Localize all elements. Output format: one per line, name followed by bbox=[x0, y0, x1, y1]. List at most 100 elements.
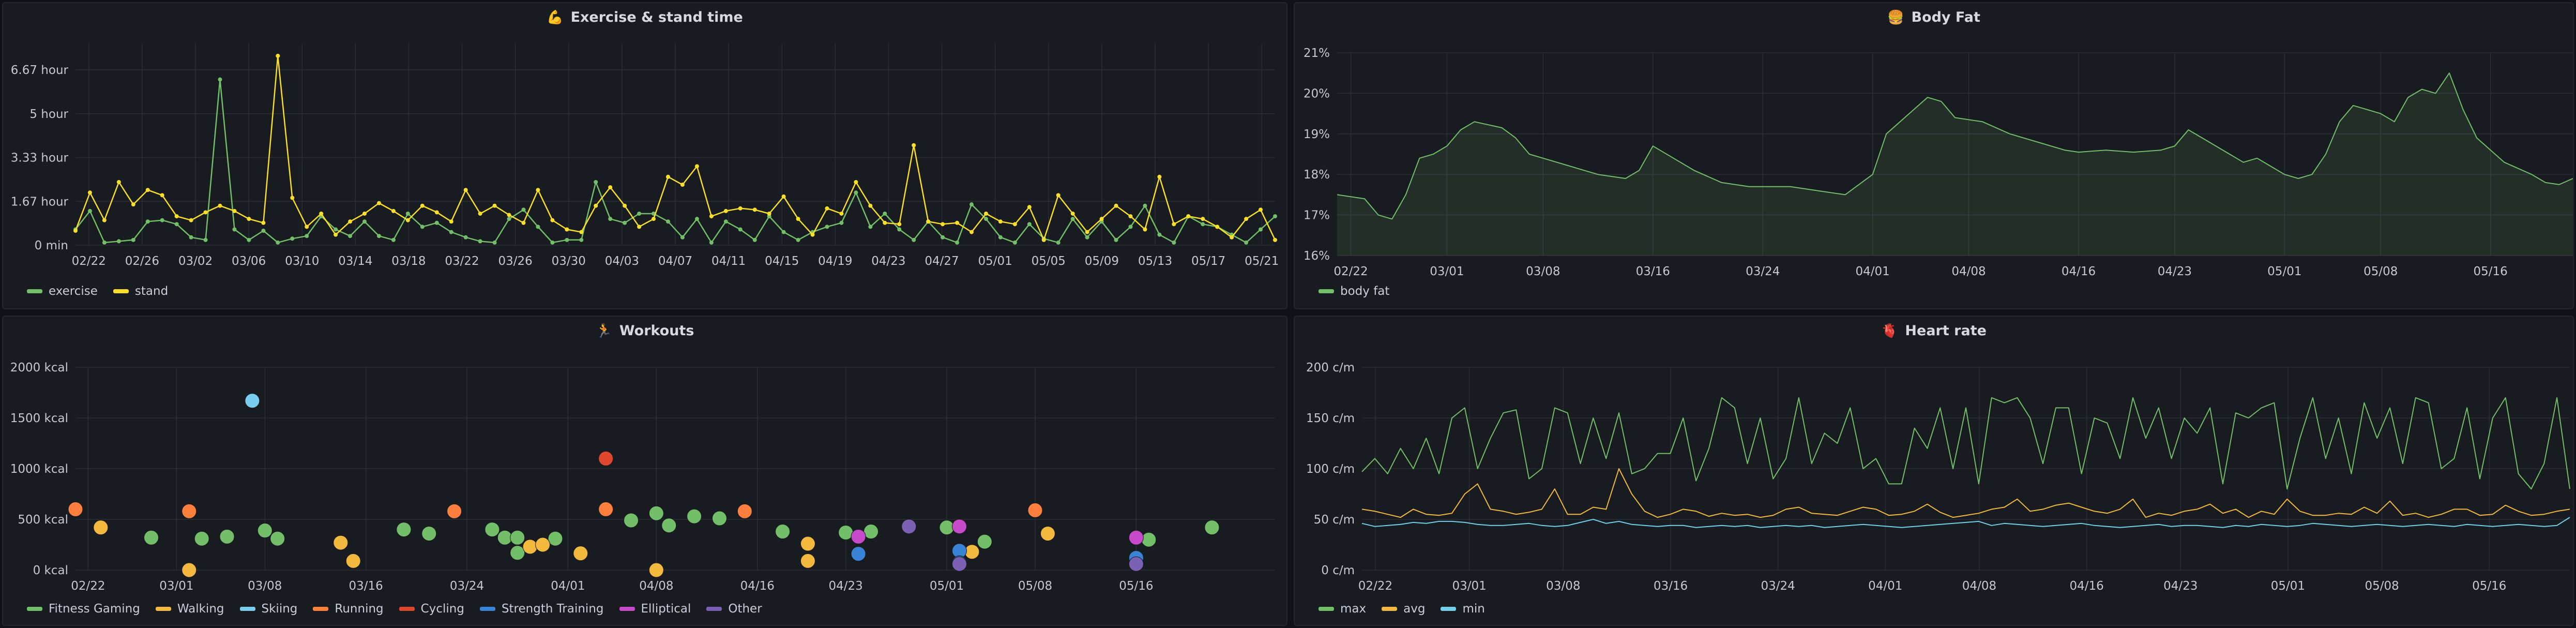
legend-item[interactable]: Skiing bbox=[239, 602, 297, 616]
panel-exercise[interactable]: 💪 Exercise & stand time 0 min 1.67 hour 3.3… bbox=[2, 2, 1287, 309]
series-point bbox=[87, 208, 92, 213]
legend-swatch bbox=[1319, 607, 1334, 611]
bodyfat-chart[interactable]: 16% 17% 18% 19% 20% 21% 02/22 03/01 03/08 03/16 03… bbox=[1295, 3, 2574, 309]
x-tick-label: 03/22 bbox=[445, 255, 479, 268]
workout-point bbox=[851, 529, 866, 544]
y-tick-label: 50 c/m bbox=[1314, 513, 1355, 527]
series-point bbox=[1143, 203, 1147, 208]
series-point bbox=[319, 211, 324, 216]
series-point bbox=[1070, 217, 1075, 221]
legend-swatch bbox=[313, 607, 329, 611]
x-tick-label: 05/17 bbox=[1191, 255, 1225, 268]
series-point bbox=[752, 207, 757, 212]
workout-point bbox=[573, 546, 588, 561]
workout-point bbox=[661, 518, 677, 533]
legend-item[interactable]: body fat bbox=[1319, 285, 1389, 298]
workout-point bbox=[421, 526, 437, 541]
series-point bbox=[1070, 211, 1075, 216]
series-point bbox=[781, 194, 786, 199]
series-point bbox=[507, 217, 511, 221]
workout-point bbox=[939, 520, 954, 535]
y-tick-label: 0 c/m bbox=[1321, 564, 1355, 577]
legend-label: Elliptical bbox=[641, 602, 691, 616]
x-tick-label: 03/06 bbox=[232, 255, 266, 268]
series-point bbox=[694, 217, 699, 221]
y-tick-label: 16% bbox=[1304, 249, 1330, 263]
series-point bbox=[1259, 207, 1263, 212]
x-tick-label: 04/08 bbox=[639, 579, 673, 593]
workout-point bbox=[68, 501, 83, 517]
series-point bbox=[145, 219, 150, 224]
legend-item[interactable]: Other bbox=[706, 602, 762, 616]
workout-point bbox=[1128, 556, 1144, 572]
series-point bbox=[897, 222, 902, 227]
workout-point bbox=[257, 523, 272, 539]
y-tick-label: 1000 kcal bbox=[10, 462, 68, 476]
series-point bbox=[969, 230, 974, 234]
series-point bbox=[623, 220, 627, 225]
series-point bbox=[738, 206, 743, 211]
series-point bbox=[536, 188, 540, 192]
x-tick-label: 03/10 bbox=[285, 255, 319, 268]
series-point bbox=[87, 190, 92, 195]
legend-item[interactable]: avg bbox=[1382, 602, 1425, 616]
workout-point bbox=[1027, 502, 1043, 518]
panel-workouts[interactable]: 🏃 Workouts 0 kcal 500 kcal 1000 kcal 1500 kc… bbox=[2, 316, 1287, 626]
series-point bbox=[218, 77, 222, 82]
legend-item[interactable]: exercise bbox=[27, 285, 98, 298]
workout-point bbox=[484, 522, 500, 537]
series-point bbox=[391, 237, 396, 242]
series-point bbox=[247, 237, 251, 242]
y-tick-label: 2000 kcal bbox=[10, 361, 68, 375]
series-point bbox=[941, 222, 945, 227]
series-point bbox=[897, 227, 902, 232]
legend-item[interactable]: Walking bbox=[155, 602, 224, 616]
series-point bbox=[376, 234, 381, 238]
panel-heart[interactable]: 🫀 Heart rate 0 c/m 50 c/m 100 c/m 150 c/m 200… bbox=[1294, 316, 2574, 626]
workout-point bbox=[181, 503, 197, 519]
series-point bbox=[174, 214, 179, 219]
series-point bbox=[1085, 235, 1089, 240]
series-point bbox=[1157, 232, 1162, 237]
x-tick-label: 05/16 bbox=[2472, 579, 2506, 593]
x-tick-label: 02/26 bbox=[125, 255, 159, 268]
workout-point bbox=[1128, 530, 1144, 545]
x-tick-label: 05/01 bbox=[2271, 579, 2305, 593]
legend-item[interactable]: Strength Training bbox=[479, 602, 604, 616]
series-point bbox=[1027, 205, 1032, 210]
series-line bbox=[1361, 397, 2570, 490]
series-point bbox=[983, 217, 988, 221]
series-point bbox=[550, 240, 555, 245]
legend-item[interactable]: min bbox=[1441, 602, 1485, 616]
legend-item[interactable]: stand bbox=[113, 285, 168, 298]
series-point bbox=[651, 217, 656, 221]
legend-swatch bbox=[113, 289, 129, 293]
series-point bbox=[666, 219, 671, 224]
series-point bbox=[145, 188, 150, 192]
legend-label: exercise bbox=[49, 285, 98, 298]
series-point bbox=[883, 211, 887, 216]
x-tick-label: 04/23 bbox=[2163, 579, 2198, 593]
y-tick-label: 21% bbox=[1304, 47, 1330, 60]
workouts-chart[interactable]: 0 kcal 500 kcal 1000 kcal 1500 kcal 2000 kca… bbox=[3, 317, 1287, 626]
heart-chart[interactable]: 0 c/m 50 c/m 100 c/m 150 c/m 200 c/m 02/22 03/… bbox=[1295, 317, 2574, 626]
workout-point bbox=[333, 535, 348, 550]
series-point bbox=[1186, 214, 1191, 219]
workout-point bbox=[194, 531, 209, 546]
workout-point bbox=[851, 546, 866, 562]
panel-bodyfat[interactable]: 🍔 Body Fat 16% 17% 18% 19% 20% 21% 02/22 03/01 03… bbox=[1294, 2, 2574, 309]
x-tick-label: 04/01 bbox=[1856, 265, 1890, 278]
legend-item[interactable]: max bbox=[1319, 602, 1366, 616]
series-point bbox=[1041, 237, 1046, 242]
legend-item[interactable]: Elliptical bbox=[619, 602, 691, 616]
x-tick-label: 04/23 bbox=[829, 579, 863, 593]
legend-item[interactable]: Cycling bbox=[399, 602, 464, 616]
x-tick-label: 05/09 bbox=[1085, 255, 1119, 268]
legend-item[interactable]: Running bbox=[313, 602, 384, 616]
workout-point bbox=[964, 544, 980, 560]
series-point bbox=[434, 220, 439, 225]
legend-item[interactable]: Fitness Gaming bbox=[27, 602, 140, 616]
x-tick-label: 03/14 bbox=[338, 255, 372, 268]
exercise-chart[interactable]: 0 min 1.67 hour 3.33 hour 5 hour 6.67 hour 02… bbox=[3, 3, 1287, 309]
y-tick-label: 500 kcal bbox=[18, 513, 68, 527]
